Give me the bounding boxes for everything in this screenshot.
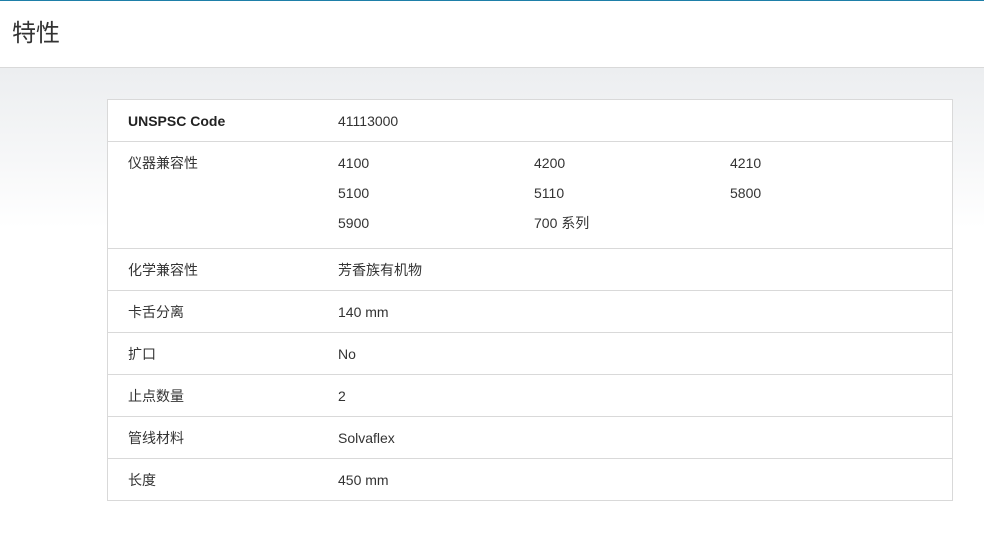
instrument-item: 4210: [730, 155, 762, 171]
instrument-item: 5900: [338, 215, 370, 231]
spec-label: 长度: [128, 472, 156, 488]
spec-label: 管线材料: [128, 430, 184, 446]
specifications-table: UNSPSC Code 41113000 仪器兼容性 4100 4200 421…: [107, 99, 953, 501]
spec-label: 仪器兼容性: [128, 155, 198, 171]
page-header: 特性: [0, 1, 984, 68]
spec-row-flared: 扩口 No: [108, 333, 952, 375]
page-title: 特性: [12, 20, 60, 47]
spec-value: 450 mm: [338, 472, 389, 488]
instrument-item: 4200: [534, 155, 566, 171]
spec-label: 止点数量: [128, 388, 184, 404]
spec-value: 2: [338, 388, 346, 404]
spec-value: 芳香族有机物: [338, 262, 422, 278]
spec-label: 化学兼容性: [128, 262, 198, 278]
spec-value: Solvaflex: [338, 430, 395, 446]
spec-value: 140 mm: [338, 304, 389, 320]
spec-row-tab-separation: 卡舌分离 140 mm: [108, 291, 952, 333]
instrument-item: 5110: [534, 185, 565, 201]
spec-row-tubing-material: 管线材料 Solvaflex: [108, 417, 952, 459]
spec-label: 卡舌分离: [128, 304, 184, 320]
spec-value: No: [338, 346, 356, 362]
spec-row-chemical-compatibility: 化学兼容性 芳香族有机物: [108, 249, 952, 291]
spec-row-length: 长度 450 mm: [108, 459, 952, 500]
instrument-item: 700 系列: [534, 215, 590, 231]
spec-row-unspsc-code: UNSPSC Code 41113000: [108, 100, 952, 142]
instrument-item: 5800: [730, 185, 762, 201]
spec-value: 41113000: [338, 113, 399, 129]
spec-label: UNSPSC Code: [128, 113, 226, 129]
instrument-item: 4100: [338, 155, 370, 171]
instrument-item: 5100: [338, 185, 370, 201]
spec-row-stop-count: 止点数量 2: [108, 375, 952, 417]
spec-row-instrument-compatibility: 仪器兼容性 4100 4200 4210 5100 5110 5800 5900…: [108, 142, 952, 249]
spec-label: 扩口: [128, 346, 156, 362]
